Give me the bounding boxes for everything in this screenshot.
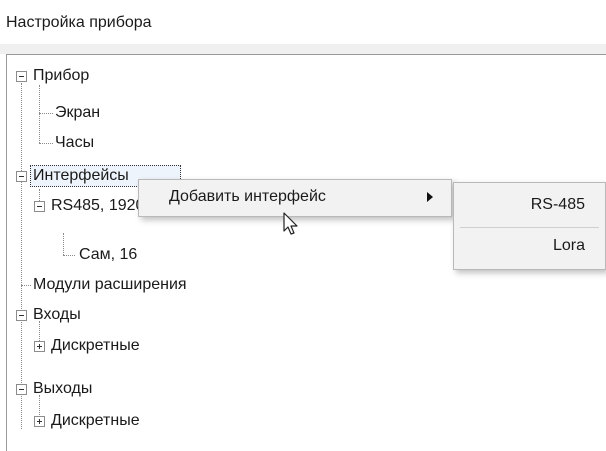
tree-item-expansion-modules[interactable]: Модули расширения — [33, 275, 187, 295]
add-interface-menu-item[interactable]: Добавить интерфейс — [169, 186, 326, 208]
mouse-cursor-icon — [283, 212, 298, 235]
tree-item-outputs[interactable]: Выходы — [33, 379, 92, 399]
submenu-arrow-icon — [427, 192, 433, 202]
toolbar-strip — [0, 44, 606, 54]
tree-item-screen[interactable]: Экран — [55, 103, 100, 123]
tree-item-clock[interactable]: Часы — [55, 133, 94, 153]
window-title: Настройка прибора — [6, 14, 152, 31]
tree-item-discrete-inputs[interactable]: Дискретные — [51, 336, 140, 356]
tree-line — [21, 83, 22, 429]
expand-icon[interactable] — [34, 416, 45, 427]
submenu-item-rs485[interactable]: RS-485 — [531, 194, 585, 216]
menu-separator — [460, 227, 599, 228]
collapse-icon[interactable] — [34, 201, 45, 212]
tree-line — [63, 233, 64, 255]
collapse-icon[interactable] — [16, 310, 27, 321]
tree-line — [39, 113, 53, 114]
tree-line — [39, 143, 53, 144]
interface-submenu: RS-485 Lora — [453, 182, 606, 270]
collapse-icon[interactable] — [16, 384, 27, 395]
tree-item-inputs[interactable]: Входы — [33, 305, 81, 325]
collapse-icon[interactable] — [16, 171, 27, 182]
collapse-icon[interactable] — [16, 71, 27, 82]
tree-item-discrete-outputs[interactable]: Дискретные — [51, 411, 140, 431]
tree-line — [63, 255, 75, 256]
tree-item-device-address[interactable]: Сам, 16 — [79, 245, 137, 265]
expand-icon[interactable] — [34, 341, 45, 352]
tree-item-device[interactable]: Прибор — [33, 66, 89, 86]
submenu-item-lora[interactable]: Lora — [553, 235, 585, 257]
tree-line — [39, 85, 40, 143]
tree-line — [21, 285, 31, 286]
